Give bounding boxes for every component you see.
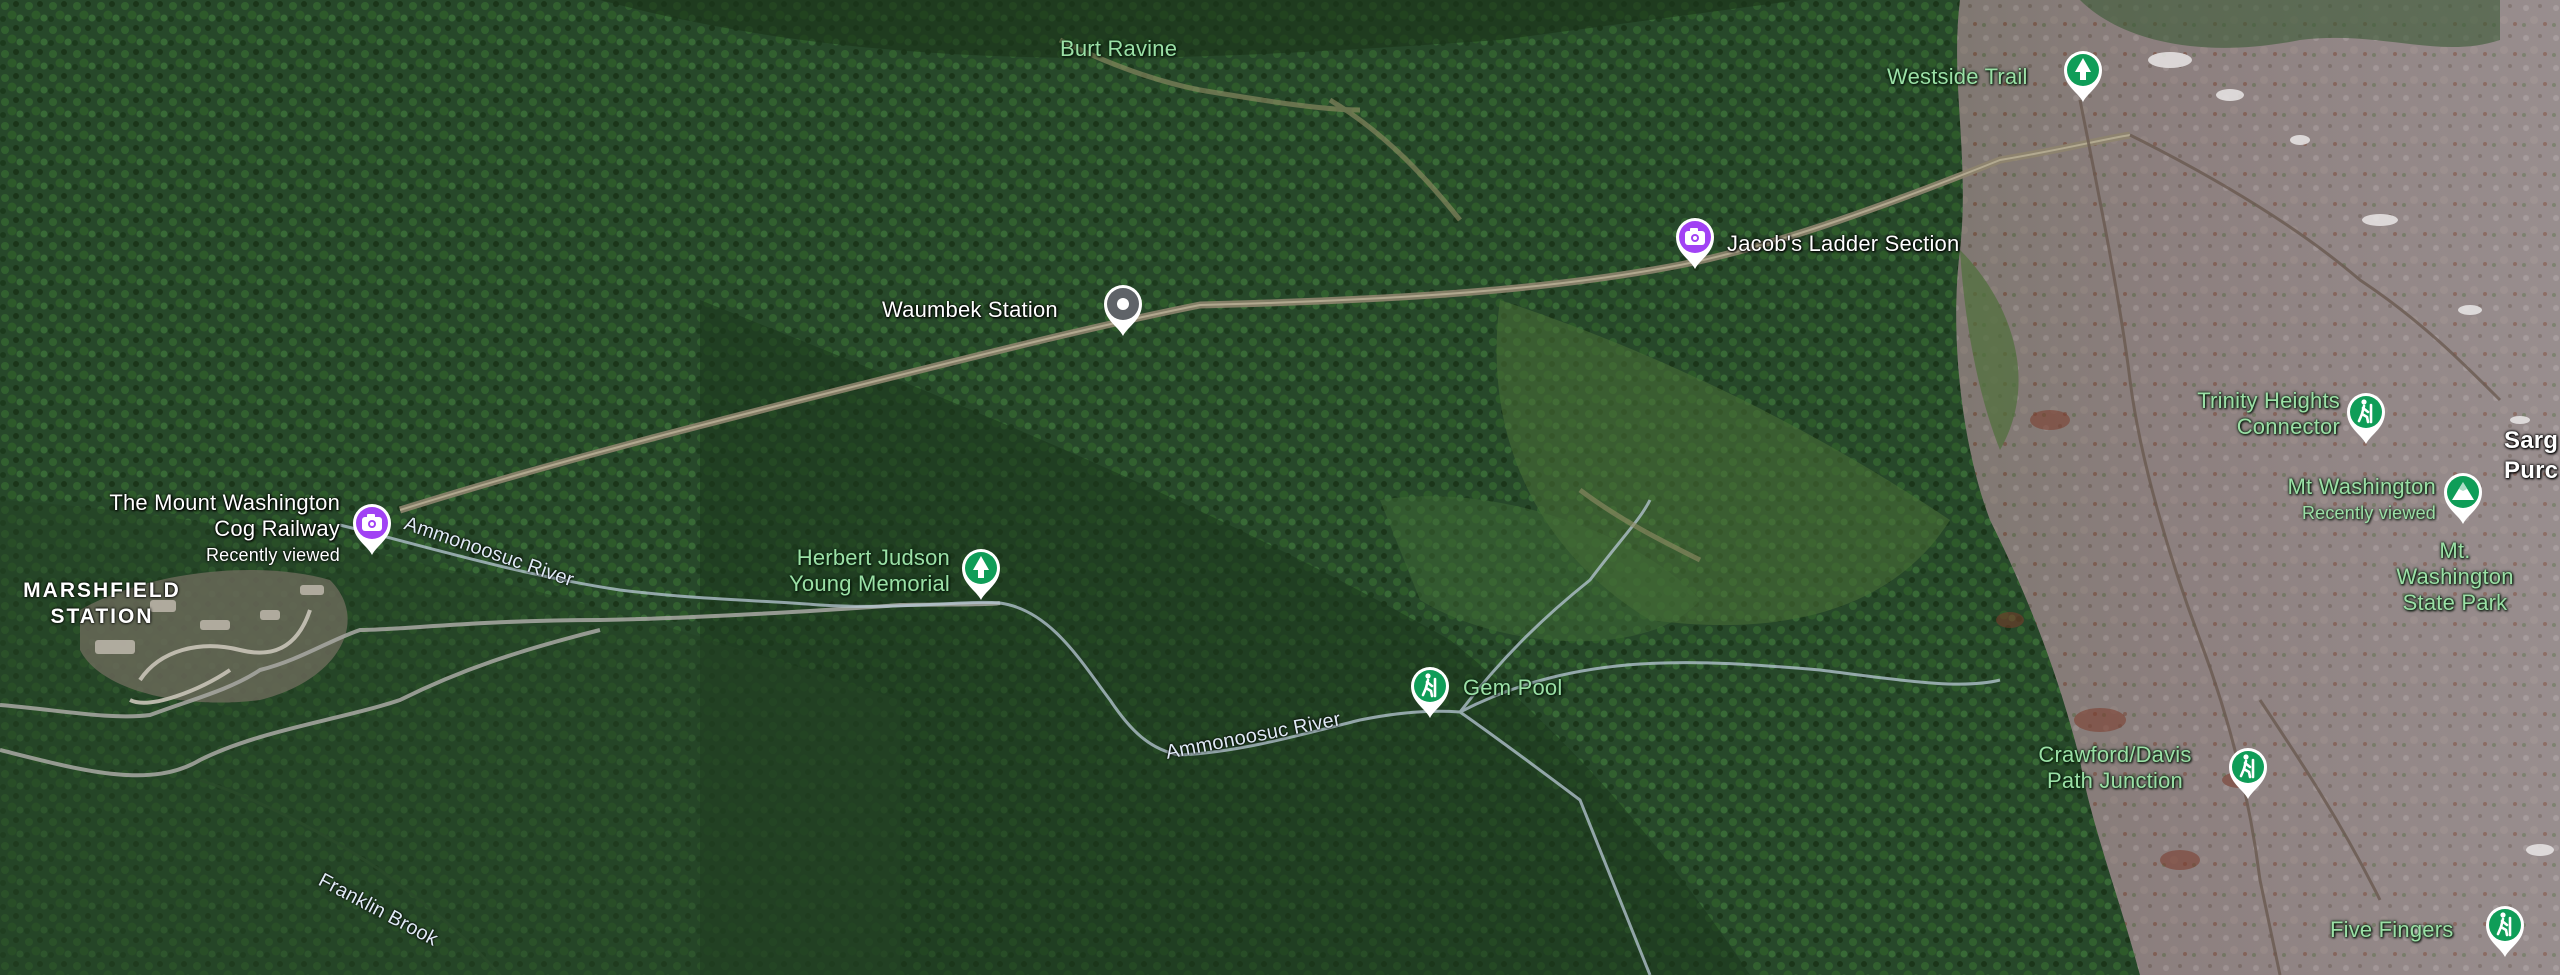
satellite-terrain bbox=[0, 0, 2560, 975]
sargent-purchase-label: Sarg Purc bbox=[2504, 426, 2558, 486]
sarg-line2: Purc bbox=[2504, 457, 2559, 484]
crawford-line1: Crawford/Davis bbox=[2038, 742, 2192, 767]
gem-pool-label[interactable]: Gem Pool bbox=[1463, 675, 1562, 701]
mt-washington-title: Mt Washington bbox=[2287, 474, 2436, 499]
mt-washington-label[interactable]: Mt Washington Recently viewed bbox=[2240, 474, 2436, 526]
cog-railway-line2: Cog Railway bbox=[214, 516, 340, 541]
mt-washington-recently-viewed: Recently viewed bbox=[2301, 503, 2436, 523]
trinity-line2: Connector bbox=[2236, 414, 2340, 439]
recently-viewed-badge: Recently viewed bbox=[205, 545, 340, 565]
five-fingers-pin[interactable] bbox=[2482, 903, 2528, 959]
waumbek-station-label[interactable]: Waumbek Station bbox=[882, 297, 1058, 323]
state-park-line2: Washington bbox=[2396, 564, 2514, 589]
marshfield-line1: MARSHFIELD bbox=[23, 579, 181, 602]
jacobs-ladder-pin[interactable] bbox=[1672, 215, 1718, 271]
crawford-line2: Path Junction bbox=[2047, 768, 2183, 793]
herbert-memorial-pin[interactable] bbox=[958, 546, 1004, 602]
mt-washington-pin[interactable] bbox=[2440, 470, 2486, 526]
jacobs-ladder-label[interactable]: Jacob's Ladder Section bbox=[1727, 231, 1959, 257]
herbert-memorial-label[interactable]: Herbert Judson Young Memorial bbox=[740, 545, 950, 597]
satellite-map[interactable]: Burt Ravine Westside Trail Jacob's Ladde… bbox=[0, 0, 2560, 975]
westside-trail-label[interactable]: Westside Trail bbox=[1887, 64, 2028, 90]
marshfield-line2: STATION bbox=[50, 605, 154, 628]
trinity-connector-pin[interactable] bbox=[2343, 390, 2389, 446]
state-park-label: Mt. Washington State Park bbox=[2380, 538, 2530, 616]
sarg-line1: Sarg bbox=[2504, 427, 2559, 454]
waumbek-station-pin[interactable] bbox=[1100, 282, 1146, 338]
cog-railway-line1: The Mount Washington bbox=[109, 490, 340, 515]
marshfield-station-label: MARSHFIELD STATION bbox=[22, 578, 182, 630]
five-fingers-label[interactable]: Five Fingers bbox=[2330, 917, 2453, 943]
cog-railway-label[interactable]: The Mount Washington Cog Railway Recentl… bbox=[40, 490, 340, 568]
state-park-line1: Mt. bbox=[2439, 538, 2471, 563]
herbert-line1: Herbert Judson bbox=[796, 545, 950, 570]
trinity-line1: Trinity Heights bbox=[2197, 388, 2340, 413]
cog-railway-pin[interactable] bbox=[349, 501, 395, 557]
gem-pool-pin[interactable] bbox=[1407, 664, 1453, 720]
dot-icon bbox=[1117, 298, 1129, 310]
state-park-line3: State Park bbox=[2402, 590, 2508, 615]
crawford-junction-pin[interactable] bbox=[2225, 745, 2271, 801]
westside-trail-pin[interactable] bbox=[2060, 48, 2106, 104]
crawford-junction-label[interactable]: Crawford/Davis Path Junction bbox=[2010, 742, 2220, 794]
herbert-line2: Young Memorial bbox=[789, 571, 950, 596]
trinity-connector-label[interactable]: Trinity Heights Connector bbox=[2150, 388, 2340, 440]
burt-ravine-label: Burt Ravine bbox=[1060, 36, 1178, 61]
